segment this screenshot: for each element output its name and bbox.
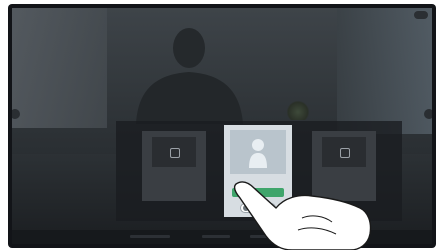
background-wall-left: [12, 8, 107, 128]
status-indicator: [414, 11, 428, 19]
screen-icon: [170, 148, 180, 158]
person-icon: [249, 139, 267, 168]
card-thumbnail: [230, 130, 286, 174]
bottom-bar-segment[interactable]: [130, 235, 170, 238]
remote-participant-silhouette: [136, 28, 243, 124]
participant-card-1[interactable]: [142, 131, 206, 201]
screen-icon: [340, 148, 350, 158]
card-thumbnail: [322, 137, 366, 167]
card-thumbnail: [152, 137, 196, 167]
background-wall-right: [337, 8, 432, 134]
bottom-bar-segment[interactable]: [202, 235, 230, 238]
next-arrow-button[interactable]: [424, 109, 432, 119]
hand-pointer: [233, 181, 372, 250]
background-plant: [287, 100, 309, 120]
